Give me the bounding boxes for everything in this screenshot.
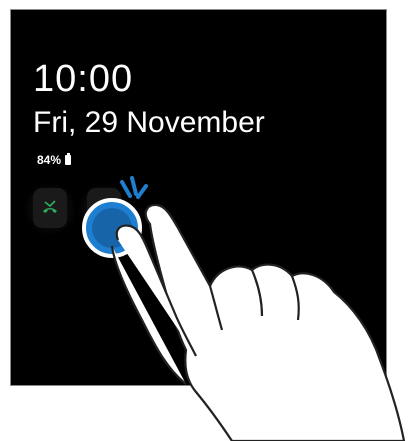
double-tap-gesture-illustration <box>82 176 406 441</box>
hand-icon <box>110 203 406 441</box>
tap-sparkle-icon <box>120 176 148 199</box>
